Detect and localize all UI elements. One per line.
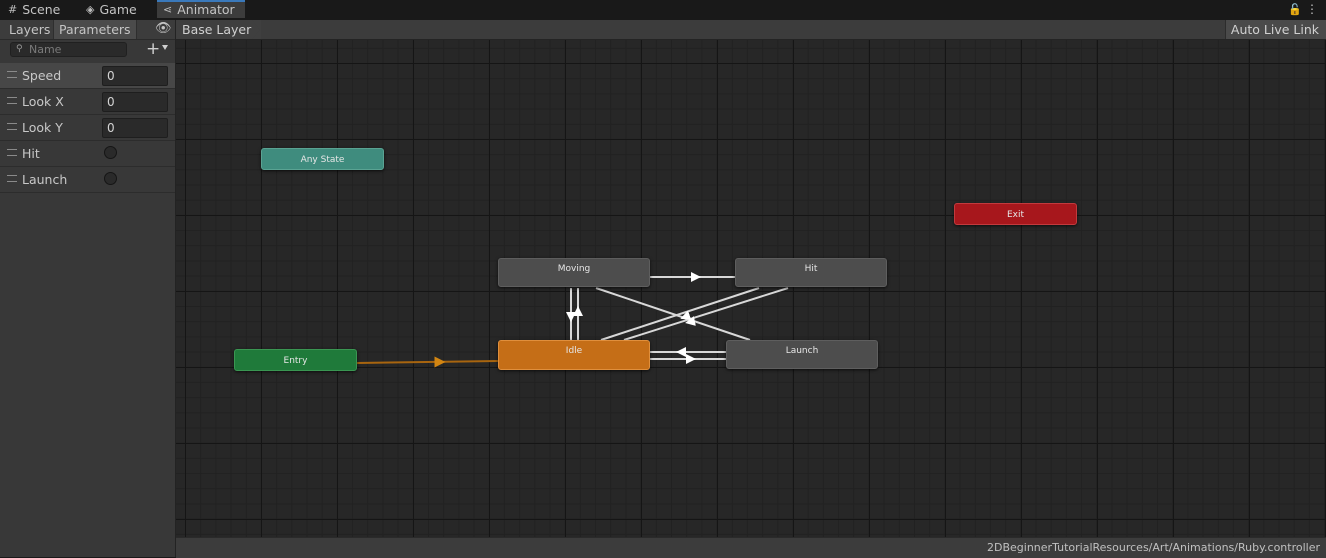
transition-hit-launch[interactable]	[623, 287, 789, 341]
tab-scene-label: Scene	[22, 2, 61, 17]
tab-game-label: Game	[99, 2, 137, 17]
state-entry[interactable]: Entry	[234, 349, 357, 371]
parameter-value-field[interactable]: 0	[102, 66, 168, 86]
transition-lines	[356, 272, 789, 368]
parameter-row-launch[interactable]: Launch	[0, 167, 175, 193]
chevron-down-icon[interactable]	[162, 45, 168, 50]
search-icon: ⚲	[16, 44, 23, 54]
state-idle[interactable]: Idle	[498, 340, 650, 370]
tab-animator-label: Animator	[177, 2, 235, 17]
transition-hit-idle[interactable]	[600, 287, 760, 341]
transition-entry-idle[interactable]	[356, 360, 499, 364]
trigger-toggle[interactable]	[104, 146, 117, 159]
breadcrumb-arrow	[252, 20, 260, 39]
breadcrumb-base-layer[interactable]: Base Layer	[176, 20, 262, 39]
tab-game[interactable]: ◈ Game	[86, 0, 137, 20]
state-launch[interactable]: Launch	[726, 340, 878, 369]
add-parameter-icon[interactable]: +	[146, 39, 160, 59]
drag-handle-icon[interactable]	[7, 149, 17, 156]
status-bar: 2DBeginnerTutorialResources/Art/Animatio…	[176, 537, 1326, 558]
tab-parameters[interactable]: Parameters	[53, 20, 137, 39]
panel-toolbar: Layers Parameters 👁	[0, 20, 175, 40]
grid-icon: #	[8, 3, 18, 16]
parameter-name: Launch	[22, 172, 68, 187]
gamepad-icon: ◈	[86, 3, 95, 16]
eye-icon[interactable]: 👁	[155, 21, 172, 36]
editor-tab-bar: # Scene ◈ Game ⋖ Animator 🔓 ⋮	[0, 0, 1326, 20]
parameter-row-speed[interactable]: Speed 0	[0, 63, 175, 89]
parameter-name: Hit	[22, 146, 40, 161]
parameter-row-hit[interactable]: Hit	[0, 141, 175, 167]
drag-handle-icon[interactable]	[7, 97, 17, 104]
search-field: ⚲	[10, 42, 127, 57]
parameter-row-look-x[interactable]: Look X 0	[0, 89, 175, 115]
state-moving[interactable]: Moving	[498, 258, 650, 287]
auto-live-link-button[interactable]: Auto Live Link	[1224, 20, 1326, 39]
lock-icon[interactable]: 🔓	[1288, 3, 1302, 16]
state-machine-graph[interactable]: Any State Exit Entry Moving Hit Launch I…	[176, 40, 1326, 537]
parameter-list: Speed 0 Look X 0 Look Y 0 Hit Launch	[0, 63, 175, 193]
drag-handle-icon[interactable]	[7, 123, 17, 130]
animator-icon: ⋖	[163, 3, 173, 16]
tab-layers[interactable]: Layers	[4, 20, 55, 39]
parameters-panel: Layers Parameters 👁 ⚲ + Speed 0 Look X 0…	[0, 20, 176, 557]
state-hit[interactable]: Hit	[735, 258, 887, 287]
parameter-value-field[interactable]: 0	[102, 118, 168, 138]
asset-path: 2DBeginnerTutorialResources/Art/Animatio…	[987, 541, 1320, 554]
parameter-value-field[interactable]: 0	[102, 92, 168, 112]
search-input[interactable]	[29, 43, 124, 56]
parameter-name: Look Y	[22, 120, 63, 135]
state-exit[interactable]: Exit	[954, 203, 1077, 225]
drag-handle-icon[interactable]	[7, 175, 17, 182]
kebab-menu-icon[interactable]: ⋮	[1306, 2, 1318, 16]
graph-toolbar: Base Layer Auto Live Link	[176, 20, 1326, 40]
tab-animator[interactable]: ⋖ Animator	[157, 0, 245, 18]
trigger-toggle[interactable]	[104, 172, 117, 185]
parameter-name: Speed	[22, 68, 62, 83]
transition-moving-launch[interactable]	[595, 287, 751, 341]
drag-handle-icon[interactable]	[7, 71, 17, 78]
transition-arrow-icon	[680, 310, 696, 320]
state-any-state[interactable]: Any State	[261, 148, 384, 170]
parameter-row-look-y[interactable]: Look Y 0	[0, 115, 175, 141]
parameter-name: Look X	[22, 94, 64, 109]
tab-scene[interactable]: # Scene	[8, 0, 60, 20]
